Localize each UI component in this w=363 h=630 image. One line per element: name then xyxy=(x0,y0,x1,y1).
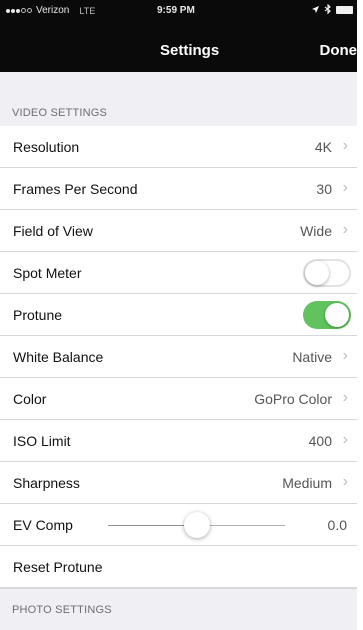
reset-protune-row[interactable]: Reset Protune xyxy=(0,546,357,588)
signal-strength-icon xyxy=(6,8,32,13)
iso-limit-row[interactable]: ISO Limit 400 › xyxy=(0,420,357,462)
chevron-right-icon: › xyxy=(342,221,348,238)
battery-icon xyxy=(336,5,353,14)
row-value: 4K xyxy=(314,139,332,155)
bluetooth-icon xyxy=(324,4,331,15)
row-value: Native xyxy=(292,349,332,365)
row-label: Protune xyxy=(13,307,63,323)
ev-comp-row: EV Comp 0.0 xyxy=(0,504,357,546)
row-label: Sharpness xyxy=(13,475,80,491)
toggle-knob xyxy=(325,303,349,327)
chevron-right-icon: › xyxy=(342,347,348,364)
chevron-right-icon: › xyxy=(342,137,348,154)
row-value: 400 xyxy=(308,433,332,449)
row-label: Spot Meter xyxy=(13,265,82,281)
row-label: Color xyxy=(13,391,47,407)
chevron-right-icon: › xyxy=(342,431,348,448)
row-value: GoPro Color xyxy=(254,391,332,407)
done-button[interactable]: Done xyxy=(320,42,358,59)
chevron-right-icon: › xyxy=(342,179,348,196)
status-bar: Verizon LTE 9:59 PM xyxy=(0,0,357,22)
status-time: 9:59 PM xyxy=(157,5,195,16)
row-label: Field of View xyxy=(13,223,93,239)
photo-settings-section: PHOTO SETTINGS xyxy=(0,588,357,630)
video-settings-list: Resolution 4K › Frames Per Second 30 › F… xyxy=(0,126,357,588)
white-balance-row[interactable]: White Balance Native › xyxy=(0,336,357,378)
row-value: Wide xyxy=(300,223,332,239)
photo-settings-header: PHOTO SETTINGS xyxy=(12,604,112,616)
toggle-knob xyxy=(305,261,329,285)
location-icon xyxy=(312,6,319,13)
frames-per-second-row[interactable]: Frames Per Second 30 › xyxy=(0,168,357,210)
spot-meter-row: Spot Meter xyxy=(0,252,357,294)
row-label: White Balance xyxy=(13,349,104,365)
chevron-right-icon: › xyxy=(342,473,348,490)
settings-screen: Verizon LTE 9:59 PM Settings Done VIDEO … xyxy=(0,0,357,630)
protune-toggle[interactable] xyxy=(303,301,351,329)
row-label: EV Comp xyxy=(13,517,73,533)
sharpness-row[interactable]: Sharpness Medium › xyxy=(0,462,357,504)
row-value: Medium xyxy=(282,475,332,491)
row-label: Resolution xyxy=(13,139,80,155)
video-settings-header: VIDEO SETTINGS xyxy=(12,107,108,119)
row-value: 30 xyxy=(316,181,332,197)
protune-row: Protune xyxy=(0,294,357,336)
spot-meter-toggle[interactable] xyxy=(303,259,351,287)
ev-comp-value: 0.0 xyxy=(327,517,347,533)
color-row[interactable]: Color GoPro Color › xyxy=(0,378,357,420)
ev-comp-slider[interactable] xyxy=(108,512,285,538)
chevron-right-icon: › xyxy=(342,389,348,406)
row-label: Frames Per Second xyxy=(13,181,138,197)
reset-protune-button[interactable]: Reset Protune xyxy=(13,559,103,575)
row-label: ISO Limit xyxy=(13,433,71,449)
page-title: Settings xyxy=(160,42,220,59)
slider-thumb[interactable] xyxy=(184,512,210,538)
field-of-view-row[interactable]: Field of View Wide › xyxy=(0,210,357,252)
network-type: LTE xyxy=(79,5,96,16)
carrier-name: Verizon xyxy=(36,5,70,16)
navigation-bar: Verizon LTE 9:59 PM Settings Done xyxy=(0,0,357,72)
resolution-row[interactable]: Resolution 4K › xyxy=(0,126,357,168)
